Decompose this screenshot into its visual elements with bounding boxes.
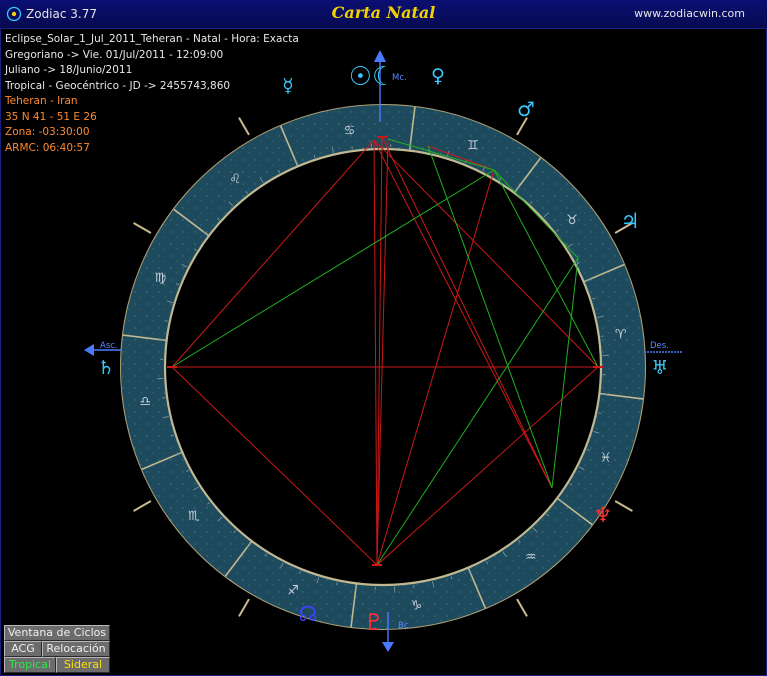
cycles-window-button[interactable]: Ventana de Ciclos <box>4 625 110 641</box>
sign-glyph: ♑ <box>411 599 423 614</box>
jupiter-icon: ♃ <box>621 209 640 233</box>
mars-icon: ♂ <box>517 97 535 121</box>
chart-info-panel: Eclipse_Solar_1_Jul_2011_Teheran - Natal… <box>5 32 299 156</box>
sign-glyph: ♎ <box>140 394 152 409</box>
info-line-coords: 35 N 41 - 51 E 26 <box>5 110 97 123</box>
sign-glyph: ♉ <box>566 213 578 228</box>
sign-glyph: ♋ <box>344 123 356 138</box>
tropical-button[interactable]: Tropical <box>4 657 56 673</box>
neptune-icon: ♆ <box>594 503 613 527</box>
info-line-zone: Zona: -03:30:00 <box>5 126 90 138</box>
house-cusp-marker <box>238 598 250 617</box>
sign-glyph: ♐ <box>287 584 299 599</box>
pluto-icon: ♇ <box>364 610 385 636</box>
info-line-gregorian: Gregoriano -> Vie. 01/Jul/2011 - 12:09:0… <box>5 48 224 61</box>
asc-label: Asc. <box>100 341 118 351</box>
house-cusp-marker <box>516 598 528 617</box>
house-cusp-marker <box>133 500 152 512</box>
acg-button[interactable]: ACG <box>4 641 42 657</box>
sign-glyph: ♌ <box>229 172 241 187</box>
ic-arrow <box>382 642 394 652</box>
sign-glyph: ♒ <box>525 550 537 565</box>
venus-icon: ♀ <box>431 65 445 87</box>
mc-arrow <box>374 50 386 62</box>
aspect-line-red <box>373 139 378 566</box>
relocation-button[interactable]: Relocación <box>42 641 110 657</box>
asc-arrow <box>84 344 94 356</box>
sun-moon-icon: ☉☾ <box>349 62 396 92</box>
node-icon: ☊ <box>299 602 318 626</box>
sign-glyph: ♈ <box>615 328 627 343</box>
aspect-line-red <box>376 136 383 566</box>
ic-label: Bc. <box>398 621 411 631</box>
house-cusp-marker <box>614 500 633 512</box>
des-label: Des. <box>650 341 669 351</box>
info-line-mode: Tropical - Geocéntrico - JD -> 2455743,8… <box>5 79 231 92</box>
info-line-place: Teheran - Iran <box>5 95 78 107</box>
house-cusp-marker <box>133 222 152 234</box>
info-line-armc: ARMC: 06:40:57 <box>5 141 90 154</box>
saturn-icon: ♄ <box>97 357 114 379</box>
info-line-julian: Juliano -> 18/Junio/2011 <box>5 64 133 76</box>
aspect-line-red <box>376 138 389 566</box>
sign-glyph: ♊ <box>467 138 479 153</box>
sign-glyph: ♓ <box>600 451 612 466</box>
info-line-event: Eclipse_Solar_1_Jul_2011_Teheran - Natal… <box>5 33 299 45</box>
uranus-icon: ♅ <box>651 357 668 379</box>
sign-glyph: ♏ <box>188 509 200 524</box>
sidereal-button[interactable]: Sideral <box>56 657 110 673</box>
sign-glyph: ♍ <box>155 271 167 286</box>
